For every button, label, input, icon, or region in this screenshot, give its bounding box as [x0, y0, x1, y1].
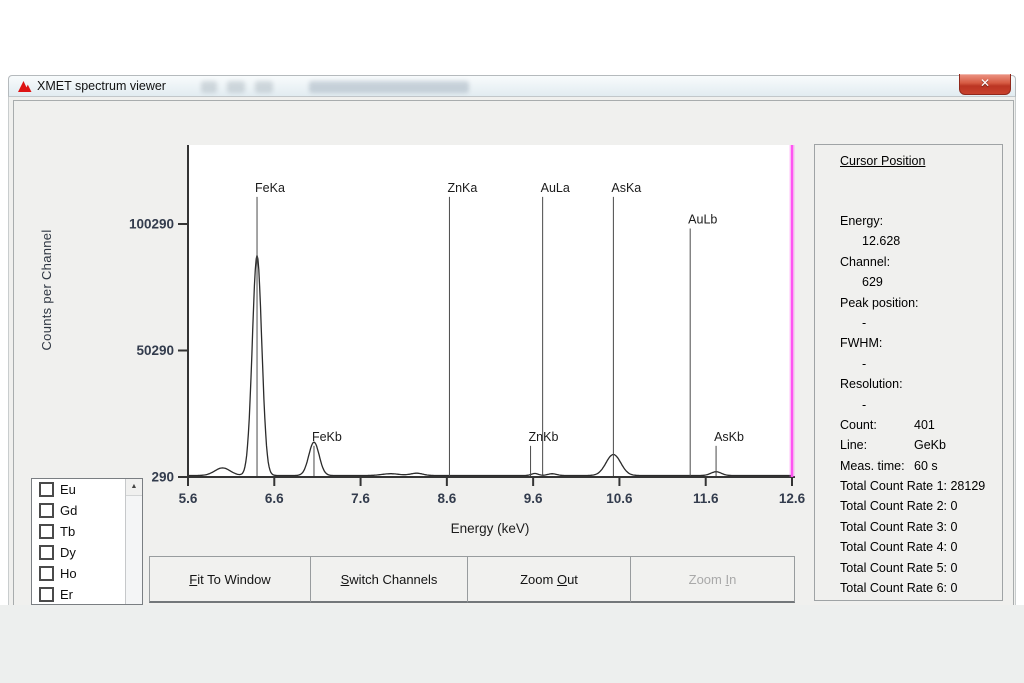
element-checkbox-Er[interactable]	[39, 587, 54, 602]
x-tick-label: 9.6	[524, 491, 543, 506]
inline-field-label: Meas. time:	[840, 456, 914, 476]
switch-channels-button[interactable]: Switch Channels	[310, 556, 468, 603]
background-bottom-strip	[0, 605, 1024, 683]
cursor-panel-title: Cursor Position	[840, 154, 925, 168]
inline-field: Line:GeKb	[815, 435, 1002, 455]
y-tick-label: 100290	[129, 217, 174, 232]
x-tick-label: 10.6	[606, 491, 633, 506]
field-label: Resolution:	[815, 374, 1002, 394]
button-label-post: n	[729, 572, 736, 587]
button-label-post: it To Window	[197, 572, 270, 587]
x-tick-label: 6.6	[265, 491, 284, 506]
marker-label-ZnKb: ZnKb	[529, 430, 559, 444]
window-title: XMET spectrum viewer	[37, 79, 166, 93]
button-label-post: ut	[567, 572, 578, 587]
button-label-pre: Zoom	[689, 572, 726, 587]
element-list-scrollbar[interactable]: ▲	[125, 479, 142, 604]
x-tick-label: 12.6	[779, 491, 806, 506]
field-label: Energy:	[815, 211, 1002, 231]
button-accesskey: O	[557, 572, 567, 587]
x-tick-label: 8.6	[437, 491, 456, 506]
marker-label-ZnKa: ZnKa	[447, 181, 477, 195]
x-tick-label: 11.6	[693, 491, 719, 506]
total-count-rate-line: Total Count Rate 2: 0	[815, 496, 1002, 516]
field-value: 12.628	[815, 231, 1002, 251]
element-label: Dy	[60, 545, 76, 560]
fit-to-window-button[interactable]: Fit To Window	[149, 556, 311, 603]
y-tick-label: 290	[151, 470, 174, 485]
marker-label-AuLb: AuLb	[688, 213, 717, 227]
field-value: -	[815, 354, 1002, 374]
x-axis-title: Energy (keV)	[188, 521, 792, 536]
inline-field: Count:401	[815, 415, 1002, 435]
redacted-text-blur	[309, 81, 469, 93]
element-checkbox-Tb[interactable]	[39, 524, 54, 539]
button-label-post: witch Channels	[349, 572, 437, 587]
total-count-rate-line: Total Count Rate 5: 0	[815, 558, 1002, 578]
redacted-text-blur	[227, 81, 245, 93]
total-count-rate-line: Total Count Rate 3: 0	[815, 517, 1002, 537]
window-client-area: FeKa FeKb ZnKa ZnKb AuLa AsKa AuLb AsKb 290 50290…	[8, 97, 1016, 605]
field-value: -	[815, 313, 1002, 333]
field-value: -	[815, 395, 1002, 415]
inline-field-label: Line:	[840, 435, 914, 455]
cursor-position-panel: Cursor Position Energy:12.628Channel:629…	[814, 144, 1003, 601]
scroll-up-button[interactable]: ▲	[126, 479, 142, 496]
inline-field-label: Count:	[840, 415, 914, 435]
zoom-out-button[interactable]: Zoom Out	[467, 556, 631, 603]
field-label: Peak position:	[815, 293, 1002, 313]
element-label: Eu	[60, 482, 76, 497]
y-axis-title: Counts per Channel	[39, 140, 57, 440]
close-icon: ✕	[980, 76, 990, 90]
close-button[interactable]: ✕	[959, 74, 1011, 95]
element-checkbox-Ho[interactable]	[39, 566, 54, 581]
y-tick-label: 50290	[136, 343, 174, 358]
app-logo-icon	[17, 79, 33, 94]
element-checkbox-Eu[interactable]	[39, 482, 54, 497]
inline-field-value: GeKb	[914, 438, 946, 452]
marker-label-FeKa: FeKa	[255, 181, 285, 195]
chart-toolbar: Fit To WindowSwitch ChannelsZoom OutZoom…	[149, 556, 795, 603]
total-count-rate-line: Total Count Rate 1: 28129	[815, 476, 1002, 496]
element-label: Tb	[60, 524, 75, 539]
total-count-rate-line: Total Count Rate 6: 0	[815, 578, 1002, 598]
field-label: FWHM:	[815, 333, 1002, 353]
inline-field-value: 401	[914, 418, 935, 432]
button-accesskey: S	[341, 572, 350, 587]
x-tick-label: 7.6	[351, 491, 370, 506]
button-label-pre: Zoom	[520, 572, 557, 587]
redacted-text-blur	[255, 81, 273, 93]
inline-field-value: 60 s	[914, 459, 938, 473]
field-value: 629	[815, 272, 1002, 292]
cursor-panel-rows: Energy:12.628Channel:629Peak position:-F…	[815, 211, 1002, 598]
x-tick-label: 5.6	[179, 491, 198, 506]
element-label: Ho	[60, 566, 77, 581]
redacted-text-blur	[201, 81, 217, 93]
element-label: Er	[60, 587, 73, 602]
field-label: Channel:	[815, 252, 1002, 272]
window-titlebar[interactable]: XMET spectrum viewer ✕	[8, 75, 1016, 97]
screenshot-root: { "window": { "title": "XMET spectrum vi…	[0, 0, 1024, 683]
button-accesskey: F	[189, 572, 197, 587]
inline-field: Meas. time:60 s	[815, 456, 1002, 476]
element-checkbox-Gd[interactable]	[39, 503, 54, 518]
marker-label-AuLa: AuLa	[541, 181, 570, 195]
element-checkbox-Dy[interactable]	[39, 545, 54, 560]
marker-label-AsKa: AsKa	[611, 181, 641, 195]
marker-label-AsKb: AsKb	[714, 430, 744, 444]
marker-label-FeKb: FeKb	[312, 430, 342, 444]
total-count-rate-line: Total Count Rate 4: 0	[815, 537, 1002, 557]
element-label: Gd	[60, 503, 77, 518]
element-listbox[interactable]: Eu Gd Tb Dy Ho Er ▲	[31, 478, 143, 605]
zoom-in-button: Zoom In	[630, 556, 795, 603]
